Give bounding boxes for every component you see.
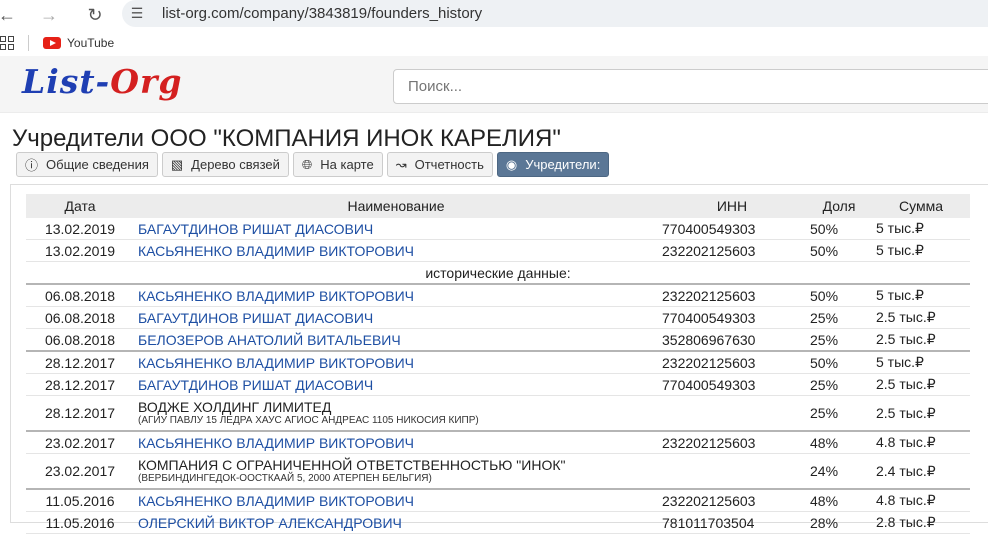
- site-settings-icon[interactable]: ☰: [122, 5, 152, 22]
- header-share: Доля: [806, 194, 872, 218]
- tab-relations-tree[interactable]: ▧ Дерево связей: [161, 152, 289, 177]
- founder-link[interactable]: БАГАУТДИНОВ РИШАТ ДИАСОВИЧ: [138, 310, 373, 326]
- eye-icon: ◉: [505, 156, 518, 172]
- address-bar[interactable]: ☰ list-org.com/company/3843819/founders_…: [122, 0, 988, 27]
- table-row: 13.02.2019 БАГАУТДИНОВ РИШАТ ДИАСОВИЧ 77…: [26, 218, 970, 240]
- youtube-icon: [43, 37, 61, 49]
- back-icon[interactable]: ←: [0, 2, 20, 28]
- url-text: list-org.com/company/3843819/founders_hi…: [162, 5, 483, 22]
- founder-link[interactable]: КАСЬЯНЕНКО ВЛАДИМИР ВИКТОРОВИЧ: [138, 493, 414, 509]
- table-row: 06.08.2018 БАГАУТДИНОВ РИШАТ ДИАСОВИЧ 77…: [26, 306, 970, 329]
- founder-link[interactable]: КАСЬЯНЕНКО ВЛАДИМИР ВИКТОРОВИЧ: [138, 435, 414, 451]
- browser-toolbar: ← → ↻ ☰ list-org.com/company/3843819/fou…: [0, 0, 988, 30]
- header-sum: Сумма: [872, 194, 970, 218]
- chart-icon: ↝: [395, 156, 407, 172]
- tree-icon: ▧: [170, 156, 184, 172]
- reload-icon[interactable]: ↻: [82, 2, 108, 28]
- header-inn: ИНН: [658, 194, 806, 218]
- founder-link[interactable]: БАГАУТДИНОВ РИШАТ ДИАСОВИЧ: [138, 377, 373, 393]
- header-date: Дата: [26, 194, 134, 218]
- historical-label: исторические данные:: [26, 261, 970, 285]
- founder-link[interactable]: БАГАУТДИНОВ РИШАТ ДИАСОВИЧ: [138, 221, 373, 237]
- table-row: 23.02.2017 КОМПАНИЯ С ОГРАНИЧЕННОЙ ОТВЕТ…: [26, 453, 970, 490]
- bookmark-youtube[interactable]: YouTube: [67, 36, 114, 50]
- organization-name: ВОДЖЕ ХОЛДИНГ ЛИМИТЕД: [138, 398, 332, 415]
- founder-link[interactable]: КАСЬЯНЕНКО ВЛАДИМИР ВИКТОРОВИЧ: [138, 288, 414, 304]
- tab-reports[interactable]: ↝ Отчетность: [386, 152, 493, 177]
- table-row: 06.08.2018 БЕЛОЗЕРОВ АНАТОЛИЙ ВИТАЛЬЕВИЧ…: [26, 328, 970, 352]
- table-row: 28.12.2017 БАГАУТДИНОВ РИШАТ ДИАСОВИЧ 77…: [26, 373, 970, 396]
- table-row: 11.05.2016 КАСЬЯНЕНКО ВЛАДИМИР ВИКТОРОВИ…: [26, 488, 970, 512]
- bookmarks-bar: YouTube: [0, 30, 988, 56]
- tab-map[interactable]: 🌐︎ На карте: [292, 152, 383, 177]
- page-title: Учредители ООО "КОМПАНИЯ ИНОК КАРЕЛИЯ": [12, 125, 561, 152]
- organization-address: (АГИУ ПАВЛУ 15 ЛЕДРА ХАУС АГИОС АНДРЕАС …: [138, 414, 479, 426]
- header-name: Наименование: [134, 194, 658, 218]
- tab-founders[interactable]: ◉ Учредители:: [496, 152, 610, 177]
- site-logo[interactable]: List-Org: [22, 62, 182, 101]
- info-icon: ⓘ: [25, 158, 39, 173]
- founder-link[interactable]: КАСЬЯНЕНКО ВЛАДИМИР ВИКТОРОВИЧ: [138, 243, 414, 259]
- founder-link[interactable]: БЕЛОЗЕРОВ АНАТОЛИЙ ВИТАЛЬЕВИЧ: [138, 332, 401, 348]
- tab-general-info[interactable]: ⓘ Общие сведения: [16, 152, 158, 177]
- organization-address: (ВЕРБИНДИНГЕДОК-ООСТКААЙ 5, 2000 АТЕРПЕН…: [138, 472, 432, 484]
- table-row: 06.08.2018 КАСЬЯНЕНКО ВЛАДИМИР ВИКТОРОВИ…: [26, 284, 970, 307]
- table-row: 23.02.2017 КАСЬЯНЕНКО ВЛАДИМИР ВИКТОРОВИ…: [26, 430, 970, 454]
- search-input[interactable]: [393, 69, 988, 104]
- table-row: 13.02.2019 КАСЬЯНЕНКО ВЛАДИМИР ВИКТОРОВИ…: [26, 239, 970, 262]
- site-header: List-Org: [0, 56, 988, 113]
- table-header-row: Дата Наименование ИНН Доля Сумма: [26, 194, 970, 218]
- historical-divider-row: исторические данные:: [26, 261, 970, 285]
- forward-icon[interactable]: →: [36, 2, 62, 28]
- section-tabs: ⓘ Общие сведения ▧ Дерево связей 🌐︎ На карт…: [16, 152, 610, 177]
- apps-icon[interactable]: [0, 36, 14, 50]
- table-row: 28.12.2017 КАСЬЯНЕНКО ВЛАДИМИР ВИКТОРОВИ…: [26, 350, 970, 374]
- bookmarks-divider: [28, 35, 29, 51]
- table-row: 28.12.2017 ВОДЖЕ ХОЛДИНГ ЛИМИТЕД (АГИУ П…: [26, 395, 970, 432]
- founders-table: Дата Наименование ИНН Доля Сумма 13.02.2…: [26, 194, 970, 534]
- globe-icon: 🌐︎: [301, 156, 313, 172]
- founder-link[interactable]: КАСЬЯНЕНКО ВЛАДИМИР ВИКТОРОВИЧ: [138, 355, 414, 371]
- organization-name: КОМПАНИЯ С ОГРАНИЧЕННОЙ ОТВЕТСТВЕННОСТЬЮ…: [138, 456, 566, 473]
